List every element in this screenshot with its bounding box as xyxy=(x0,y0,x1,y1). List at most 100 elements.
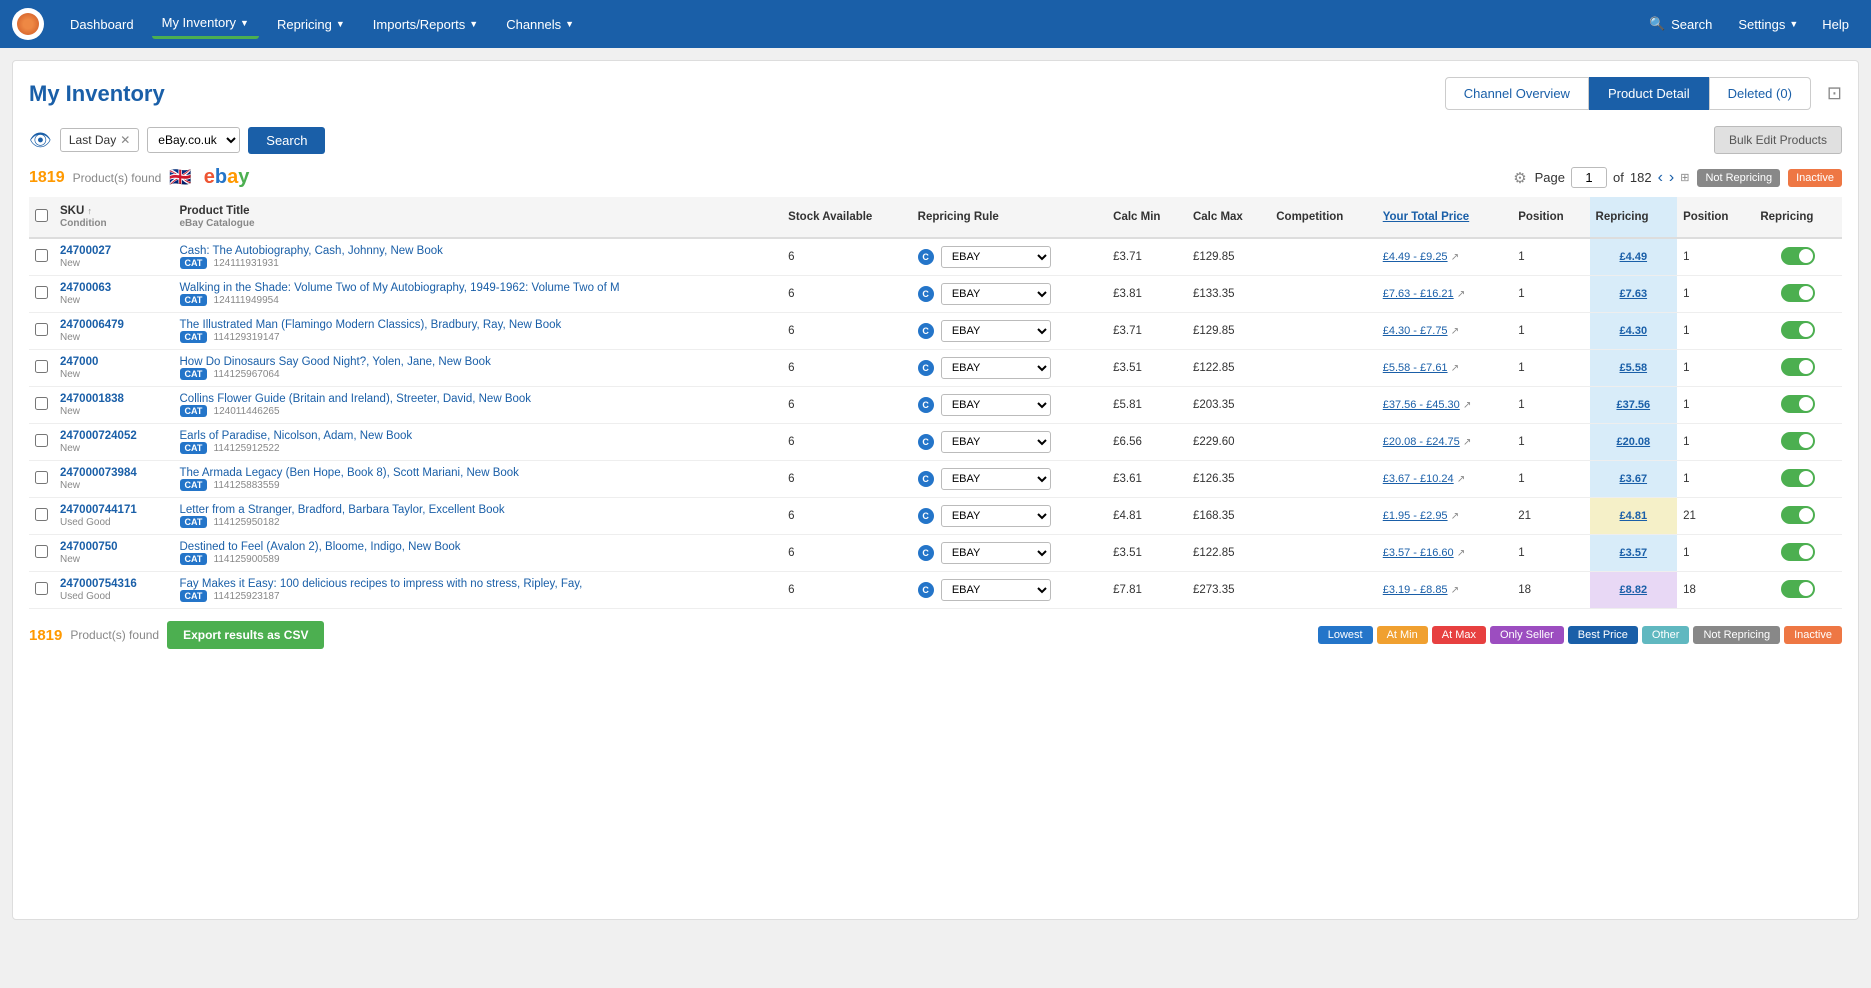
sku-link[interactable]: 2470001838 xyxy=(60,393,124,405)
rule-select[interactable]: EBAY xyxy=(941,357,1051,379)
nav-settings-button[interactable]: Settings ▼ xyxy=(1728,11,1808,38)
legend-only-seller[interactable]: Only Seller xyxy=(1490,626,1564,644)
external-link-icon[interactable]: ↗ xyxy=(1457,474,1465,485)
sku-link[interactable]: 2470006479 xyxy=(60,319,124,331)
sku-link[interactable]: 247000073984 xyxy=(60,467,137,479)
sku-link[interactable]: 247000 xyxy=(60,356,98,368)
repricing-price-cell[interactable]: £4.81 xyxy=(1590,498,1678,535)
repricing-price-cell[interactable]: £5.58 xyxy=(1590,350,1678,387)
bulk-edit-button[interactable]: Bulk Edit Products xyxy=(1714,126,1842,154)
toggle-cell[interactable] xyxy=(1754,424,1842,461)
tab-product-detail[interactable]: Product Detail xyxy=(1589,77,1709,110)
repricing-price-link[interactable]: £5.58 xyxy=(1620,362,1648,374)
repricing-toggle[interactable] xyxy=(1781,284,1815,302)
repricing-price-link[interactable]: £4.49 xyxy=(1620,251,1648,263)
external-link-icon[interactable]: ↗ xyxy=(1463,400,1471,411)
row-checkbox[interactable] xyxy=(35,545,48,558)
row-checkbox[interactable] xyxy=(35,249,48,262)
export-csv-button[interactable]: Export results as CSV xyxy=(167,621,324,649)
external-link-icon[interactable]: ↗ xyxy=(1457,548,1465,559)
external-link-icon[interactable]: ↗ xyxy=(1463,437,1471,448)
toggle-cell[interactable] xyxy=(1754,572,1842,609)
rule-select[interactable]: EBAY xyxy=(941,394,1051,416)
sku-link[interactable]: 247000724052 xyxy=(60,430,137,442)
nav-help-button[interactable]: Help xyxy=(1812,11,1859,38)
settings-icon[interactable]: ⚙ xyxy=(1513,169,1526,187)
rule-select[interactable]: EBAY xyxy=(941,468,1051,490)
toggle-cell[interactable] xyxy=(1754,350,1842,387)
external-link-icon[interactable]: ↗ xyxy=(1451,326,1459,337)
row-checkbox[interactable] xyxy=(35,360,48,373)
sku-link[interactable]: 247000754316 xyxy=(60,578,137,590)
product-title-link[interactable]: The Armada Legacy (Ben Hope, Book 8), Sc… xyxy=(180,467,519,479)
legend-at-max[interactable]: At Max xyxy=(1432,626,1486,644)
your-price-link[interactable]: £7.63 - £16.21 xyxy=(1383,288,1454,300)
your-price-link[interactable]: £5.58 - £7.61 xyxy=(1383,362,1448,374)
rule-select[interactable]: EBAY xyxy=(941,579,1051,601)
row-checkbox[interactable] xyxy=(35,323,48,336)
rule-select[interactable]: EBAY xyxy=(941,246,1051,268)
row-checkbox[interactable] xyxy=(35,508,48,521)
toggle-cell[interactable] xyxy=(1754,535,1842,572)
nav-search-button[interactable]: 🔍 Search xyxy=(1637,10,1724,38)
product-title-link[interactable]: How Do Dinosaurs Say Good Night?, Yolen,… xyxy=(180,356,491,368)
search-button[interactable]: Search xyxy=(248,127,325,154)
repricing-price-cell[interactable]: £8.82 xyxy=(1590,572,1678,609)
external-link-icon[interactable]: ↗ xyxy=(1451,585,1459,596)
repricing-price-cell[interactable]: £3.57 xyxy=(1590,535,1678,572)
repricing-price-cell[interactable]: £4.30 xyxy=(1590,313,1678,350)
legend-other[interactable]: Other xyxy=(1642,626,1690,644)
repricing-price-link[interactable]: £3.57 xyxy=(1620,547,1648,559)
repricing-toggle[interactable] xyxy=(1781,358,1815,376)
rule-select[interactable]: EBAY xyxy=(941,542,1051,564)
your-price-link[interactable]: £3.67 - £10.24 xyxy=(1383,473,1454,485)
app-logo[interactable] xyxy=(12,8,44,40)
row-checkbox[interactable] xyxy=(35,582,48,595)
repricing-toggle[interactable] xyxy=(1781,432,1815,450)
repricing-toggle[interactable] xyxy=(1781,247,1815,265)
your-price-link[interactable]: £1.95 - £2.95 xyxy=(1383,510,1448,522)
row-checkbox[interactable] xyxy=(35,434,48,447)
repricing-toggle[interactable] xyxy=(1781,395,1815,413)
repricing-price-cell[interactable]: £4.49 xyxy=(1590,238,1678,276)
legend-at-min[interactable]: At Min xyxy=(1377,626,1428,644)
your-price-link[interactable]: £37.56 - £45.30 xyxy=(1383,399,1460,411)
toggle-cell[interactable] xyxy=(1754,461,1842,498)
toggle-cell[interactable] xyxy=(1754,387,1842,424)
nav-dashboard[interactable]: Dashboard xyxy=(60,11,144,38)
product-title-link[interactable]: Cash: The Autobiography, Cash, Johnny, N… xyxy=(180,245,443,257)
sku-link[interactable]: 24700027 xyxy=(60,245,111,257)
row-checkbox[interactable] xyxy=(35,286,48,299)
product-title-link[interactable]: Fay Makes it Easy: 100 delicious recipes… xyxy=(180,578,583,590)
rule-select[interactable]: EBAY xyxy=(941,505,1051,527)
nav-channels[interactable]: Channels ▼ xyxy=(496,11,584,38)
repricing-price-link[interactable]: £20.08 xyxy=(1616,436,1650,448)
external-link-icon[interactable]: ↗ xyxy=(1457,289,1465,300)
toggle-cell[interactable] xyxy=(1754,313,1842,350)
rule-select[interactable]: EBAY xyxy=(941,320,1051,342)
your-price-link[interactable]: £3.19 - £8.85 xyxy=(1383,584,1448,596)
repricing-price-link[interactable]: £4.30 xyxy=(1620,325,1648,337)
channel-select[interactable]: eBay.co.uk eBay.com Amazon xyxy=(147,127,240,153)
repricing-price-link[interactable]: £3.67 xyxy=(1620,473,1648,485)
toggle-cell[interactable] xyxy=(1754,276,1842,313)
repricing-price-cell[interactable]: £20.08 xyxy=(1590,424,1678,461)
row-checkbox[interactable] xyxy=(35,471,48,484)
select-all-checkbox[interactable] xyxy=(35,209,48,222)
legend-best-price[interactable]: Best Price xyxy=(1568,626,1638,644)
repricing-price-link[interactable]: £4.81 xyxy=(1620,510,1648,522)
toggle-cell[interactable] xyxy=(1754,498,1842,535)
row-checkbox[interactable] xyxy=(35,397,48,410)
eye-icon[interactable]: 👁 xyxy=(29,130,52,151)
external-link-icon[interactable]: ↗ xyxy=(1451,252,1459,263)
product-title-link[interactable]: Destined to Feel (Avalon 2), Bloome, Ind… xyxy=(180,541,461,553)
not-repricing-badge[interactable]: Not Repricing xyxy=(1697,169,1780,187)
filter-tag-close[interactable]: ✕ xyxy=(120,133,130,147)
inactive-badge[interactable]: Inactive xyxy=(1788,169,1842,187)
external-link-icon[interactable]: ↗ xyxy=(1451,363,1459,374)
tab-channel-overview[interactable]: Channel Overview xyxy=(1445,77,1589,110)
product-title-link[interactable]: Earls of Paradise, Nicolson, Adam, New B… xyxy=(180,430,413,442)
repricing-price-link[interactable]: £8.82 xyxy=(1620,584,1648,596)
legend-lowest[interactable]: Lowest xyxy=(1318,626,1373,644)
repricing-toggle[interactable] xyxy=(1781,321,1815,339)
